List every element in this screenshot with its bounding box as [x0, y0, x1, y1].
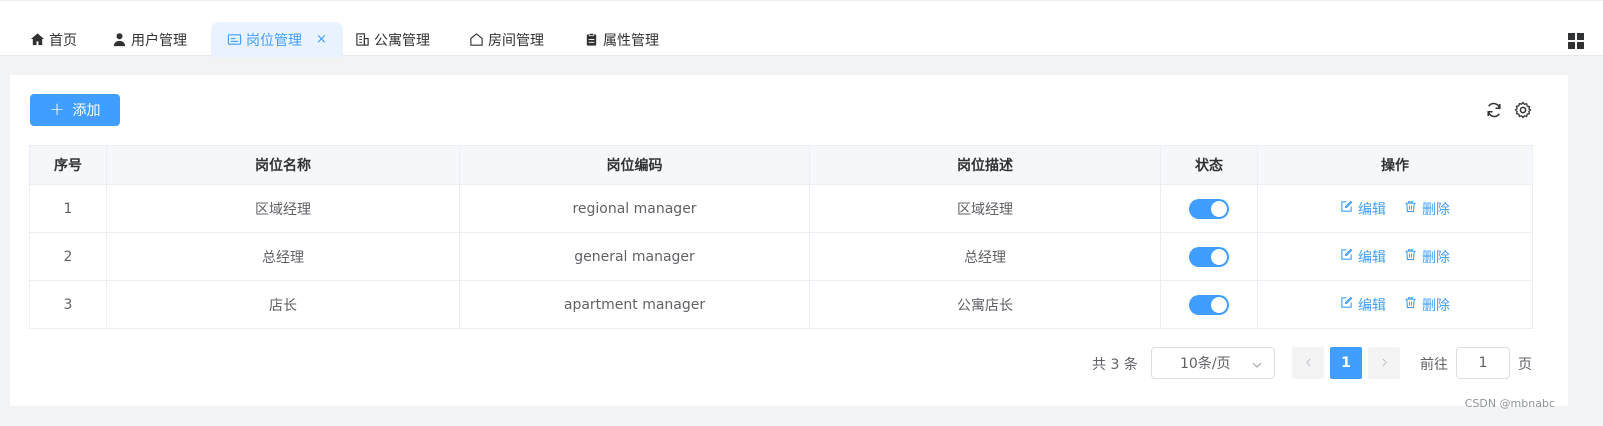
header-position-name: 岗位名称 [106, 145, 460, 185]
header-position-desc: 岗位描述 [809, 145, 1161, 185]
trash-icon [1404, 200, 1417, 217]
plus-icon: + [49, 99, 65, 120]
home-icon [30, 32, 45, 47]
add-button-label: 添加 [72, 103, 101, 119]
cell-index: 3 [29, 280, 107, 329]
cell-code: apartment manager [459, 280, 810, 329]
goto-page-input[interactable]: 1 [1456, 347, 1510, 379]
pagination: 共 3 条 10条/页 1 前往 1 页 [10, 347, 1568, 379]
cell-code: regional manager [459, 184, 810, 233]
delete-button[interactable]: 删除 [1404, 247, 1450, 267]
tab-close-icon[interactable]: × [316, 32, 327, 47]
building-icon [355, 32, 370, 47]
header-status: 状态 [1160, 145, 1258, 185]
tab-user-management[interactable]: 用户管理 [104, 22, 195, 57]
cell-name: 区域经理 [106, 184, 460, 233]
tab-label: 房间管理 [488, 32, 544, 49]
goto-unit: 页 [1518, 357, 1532, 373]
cell-actions: 编辑 删除 [1257, 280, 1533, 329]
gear-icon[interactable] [1514, 101, 1532, 119]
total-count: 共 3 条 [1092, 357, 1138, 373]
clipboard-icon [584, 32, 599, 47]
header-position-code: 岗位编码 [459, 145, 810, 185]
chevron-right-icon [1380, 355, 1389, 371]
cell-index: 1 [29, 184, 107, 233]
trash-icon [1404, 248, 1417, 265]
cell-status [1160, 280, 1258, 329]
edit-button[interactable]: 编辑 [1340, 199, 1386, 219]
table-row: 2 总经理 general manager 总经理 编辑 删除 [29, 232, 1533, 281]
tab-label: 属性管理 [603, 32, 659, 49]
cell-name: 总经理 [106, 232, 460, 281]
cell-index: 2 [29, 232, 107, 281]
cell-code: general manager [459, 232, 810, 281]
add-button[interactable]: + 添加 [30, 94, 120, 126]
table-row: 3 店长 apartment manager 公寓店长 编辑 删除 [29, 280, 1533, 329]
tab-home[interactable]: 首页 [22, 22, 85, 57]
status-switch[interactable] [1189, 246, 1229, 267]
tab-room-management[interactable]: 房间管理 [461, 22, 552, 57]
edit-button[interactable]: 编辑 [1340, 247, 1386, 267]
page-size-value: 10条/页 [1180, 356, 1231, 372]
user-icon [112, 32, 127, 47]
cell-desc: 公寓店长 [809, 280, 1161, 329]
cell-desc: 总经理 [809, 232, 1161, 281]
content-card: + 添加 序号 岗位名称 岗位编码 岗位描述 状态 操作 1 区域经理 regi… [10, 75, 1568, 406]
edit-icon [1340, 296, 1353, 313]
page-size-select[interactable]: 10条/页 [1151, 347, 1275, 379]
edit-icon [1340, 200, 1353, 217]
chevron-down-icon [1252, 358, 1262, 368]
id-card-icon [227, 32, 242, 47]
page-number-button[interactable]: 1 [1330, 347, 1362, 379]
grid-menu-icon[interactable] [1567, 32, 1585, 50]
next-page-button[interactable] [1368, 347, 1400, 379]
cell-actions: 编辑 删除 [1257, 184, 1533, 233]
header-index: 序号 [29, 145, 107, 185]
trash-icon [1404, 296, 1417, 313]
house-icon [469, 32, 484, 47]
header-actions: 操作 [1257, 145, 1533, 185]
table-row: 1 区域经理 regional manager 区域经理 编辑 删除 [29, 184, 1533, 233]
delete-button[interactable]: 删除 [1404, 295, 1450, 315]
cell-status [1160, 184, 1258, 233]
tab-apartment-management[interactable]: 公寓管理 [347, 22, 438, 57]
tab-attribute-management[interactable]: 属性管理 [576, 22, 667, 57]
table-header-row: 序号 岗位名称 岗位编码 岗位描述 状态 操作 [29, 145, 1533, 185]
tab-bar: 首页 用户管理 岗位管理 × 公寓管理 房间管理 属性管理 [0, 0, 1603, 57]
cell-actions: 编辑 删除 [1257, 232, 1533, 281]
tab-label: 岗位管理 [246, 32, 302, 49]
cell-name: 店长 [106, 280, 460, 329]
delete-button[interactable]: 删除 [1404, 199, 1450, 219]
edit-icon [1340, 248, 1353, 265]
status-switch[interactable] [1189, 198, 1229, 219]
positions-table: 序号 岗位名称 岗位编码 岗位描述 状态 操作 1 区域经理 regional … [29, 145, 1533, 329]
cell-desc: 区域经理 [809, 184, 1161, 233]
tab-label: 公寓管理 [374, 32, 430, 49]
edit-button[interactable]: 编辑 [1340, 295, 1386, 315]
tab-label: 首页 [49, 32, 77, 49]
refresh-icon[interactable] [1485, 101, 1503, 119]
watermark: CSDN @mbnabc [1464, 397, 1555, 410]
status-switch[interactable] [1189, 294, 1229, 315]
chevron-left-icon [1304, 355, 1313, 371]
tab-position-management[interactable]: 岗位管理 × [211, 22, 343, 57]
cell-status [1160, 232, 1258, 281]
prev-page-button[interactable] [1292, 347, 1324, 379]
tab-label: 用户管理 [131, 32, 187, 49]
goto-label: 前往 [1420, 357, 1448, 373]
